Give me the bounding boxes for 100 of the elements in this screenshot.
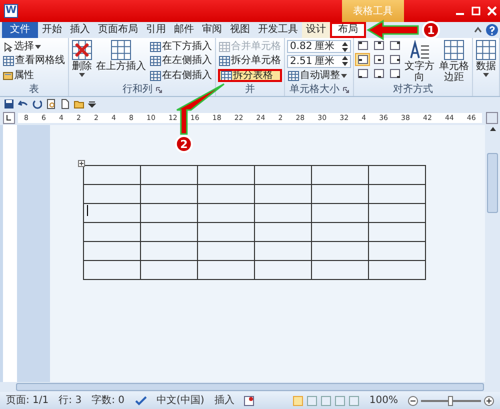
ribbon-tab[interactable]: 引用 (142, 22, 170, 38)
table-cell[interactable] (140, 166, 198, 184)
table-cell[interactable] (254, 166, 312, 184)
table-cell[interactable] (368, 204, 426, 222)
table-cell[interactable] (368, 166, 426, 184)
table-cell[interactable] (140, 184, 198, 204)
align-button[interactable] (372, 54, 385, 65)
ribbon-button[interactable]: 选择 (2, 40, 66, 53)
dialog-launcher-icon[interactable] (156, 87, 162, 93)
align-button[interactable] (372, 68, 385, 79)
align-button[interactable] (372, 40, 385, 51)
table-cell[interactable] (198, 184, 254, 204)
align-icon (374, 41, 384, 50)
ribbon-button[interactable]: 在下方插入 (149, 40, 213, 53)
ribbon-tab[interactable]: 文件 (2, 22, 38, 38)
ribbon-button[interactable]: 数据 (475, 40, 497, 77)
zoom-slider-thumb[interactable] (448, 396, 453, 406)
caret-icon (483, 73, 489, 77)
table-cell[interactable] (312, 242, 368, 260)
align-button[interactable] (388, 54, 401, 65)
arrow-cursor-icon (3, 42, 13, 52)
ribbon-button[interactable]: 拆分单元格 (218, 54, 282, 68)
zoom-out-icon (408, 396, 418, 406)
ribbon-tab[interactable]: 设计 (302, 22, 330, 38)
table-cell[interactable] (84, 184, 140, 204)
table-cell[interactable] (84, 222, 140, 242)
table-cell[interactable] (254, 260, 312, 280)
table-cell[interactable] (198, 166, 254, 184)
table-cell[interactable] (140, 222, 198, 242)
ribbon-button[interactable]: 在左侧插入 (149, 54, 213, 68)
align-button[interactable] (356, 40, 369, 51)
table-cell[interactable] (368, 222, 426, 242)
table-icon (444, 40, 464, 60)
table-cell[interactable] (312, 260, 368, 280)
insert-mode-text[interactable]: 插入 (214, 394, 234, 406)
ribbon-tab[interactable]: 布局 (330, 22, 366, 38)
table-cell[interactable] (84, 260, 140, 280)
table-cell[interactable] (312, 204, 368, 222)
table-cell[interactable] (198, 204, 254, 222)
ribbon-tab[interactable]: 邮件 (170, 22, 198, 38)
ribbon-button[interactable]: 单元格边距 (438, 40, 470, 83)
dialog-launcher-icon[interactable] (342, 87, 348, 93)
ribbon-button[interactable]: 文字方向 (403, 40, 436, 83)
align-icon (358, 55, 368, 64)
ribbon-tab[interactable]: 页面布局 (94, 22, 142, 38)
caret-icon (341, 74, 347, 78)
align-icon (358, 41, 368, 50)
table-cell[interactable] (84, 204, 140, 222)
ribbon-button[interactable]: 在上方插入 (95, 40, 147, 72)
group-label: 单元格大小 (290, 84, 340, 96)
align-button[interactable] (356, 54, 369, 65)
align-button[interactable] (388, 40, 401, 51)
zoom-percent[interactable]: 100% (369, 394, 398, 406)
align-button[interactable] (388, 68, 401, 79)
ribbon-tab[interactable]: 开始 (38, 22, 66, 38)
align-icon (390, 41, 400, 50)
ribbon-tab[interactable]: 插入 (66, 22, 94, 38)
ribbon-button[interactable]: 删除 (71, 40, 93, 77)
callout-arrow (366, 20, 419, 40)
table-cell[interactable] (254, 242, 312, 260)
table-cell[interactable] (312, 222, 368, 242)
table-cell[interactable] (254, 204, 312, 222)
scrollbar-thumb[interactable] (487, 153, 498, 213)
table-cell[interactable] (254, 222, 312, 242)
ribbon-tab[interactable]: 视图 (226, 22, 254, 38)
table-cell[interactable] (198, 260, 254, 280)
ribbon-button[interactable]: 自动调整 (287, 69, 351, 82)
table-cell[interactable] (368, 242, 426, 260)
align-button[interactable] (356, 68, 369, 79)
table-cell[interactable] (368, 184, 426, 204)
scrollbar-thumb[interactable] (16, 383, 484, 391)
properties-icon (3, 70, 13, 80)
text-direction-icon (409, 40, 430, 60)
callout-badge: 2 (174, 135, 193, 153)
language-text[interactable]: 中文(中国) (156, 394, 204, 406)
table-cell[interactable] (254, 184, 312, 204)
status-text: 行: 3 (58, 394, 82, 406)
ribbon-tab[interactable]: 开发工具 (254, 22, 302, 38)
table-move-handle-icon (78, 160, 85, 167)
table-cell[interactable] (84, 242, 140, 260)
table-cell[interactable] (84, 166, 140, 184)
spin-field[interactable]: 0.82 厘米 (287, 40, 351, 53)
table-cell[interactable] (140, 260, 198, 280)
table-cell[interactable] (140, 204, 198, 222)
table-cell[interactable] (368, 260, 426, 280)
group-label: 并 (245, 84, 255, 96)
table-cell[interactable] (312, 184, 368, 204)
zoom-in-icon (484, 396, 494, 406)
table-cell[interactable] (140, 242, 198, 260)
ribbon-button[interactable]: 查看网格线 (2, 54, 66, 68)
table-cell[interactable] (198, 222, 254, 242)
tab-selector-icon (3, 112, 15, 124)
spin-field[interactable]: 2.51 厘米 (287, 54, 351, 68)
app-icon[interactable]: W (4, 4, 18, 18)
ribbon-tab[interactable]: 审阅 (198, 22, 226, 38)
table-cell[interactable] (198, 242, 254, 260)
table-icon (219, 56, 230, 66)
ribbon-button[interactable]: 属性 (2, 69, 66, 82)
ribbon-button[interactable]: 在右侧插入 (149, 69, 213, 82)
table-cell[interactable] (312, 166, 368, 184)
